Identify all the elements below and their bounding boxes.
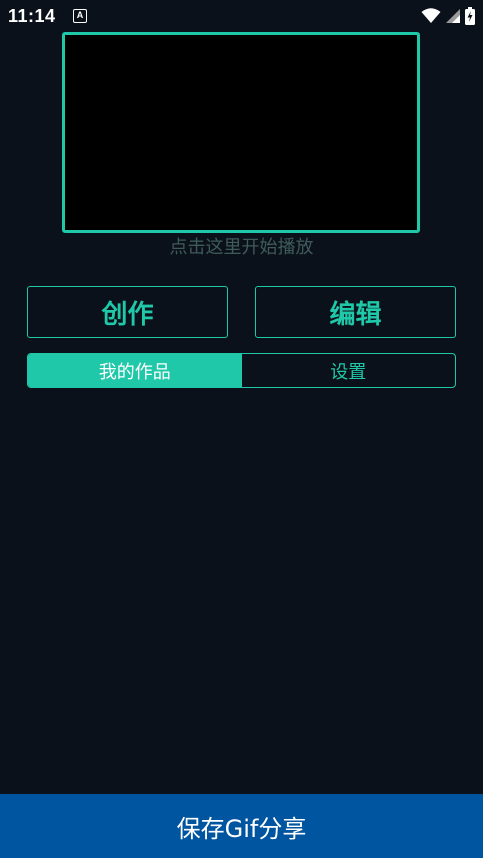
- wifi-icon: [421, 8, 441, 24]
- status-time: 11:14: [8, 6, 56, 26]
- tab-settings[interactable]: 设置: [242, 354, 456, 387]
- tab-bar: 我的作品 设置: [27, 353, 456, 388]
- battery-charging-icon: [465, 7, 475, 25]
- edit-button[interactable]: 编辑: [255, 286, 456, 338]
- tab-my-works[interactable]: 我的作品: [28, 354, 242, 387]
- play-hint-text[interactable]: 点击这里开始播放: [0, 233, 483, 259]
- status-bar: 11:14 A: [0, 0, 483, 32]
- status-icons: [421, 7, 475, 25]
- notification-icon: A: [73, 9, 87, 23]
- create-button[interactable]: 创作: [27, 286, 228, 338]
- video-preview[interactable]: [62, 32, 420, 233]
- save-gif-share-button[interactable]: 保存Gif分享: [0, 794, 483, 858]
- signal-icon: [445, 8, 461, 24]
